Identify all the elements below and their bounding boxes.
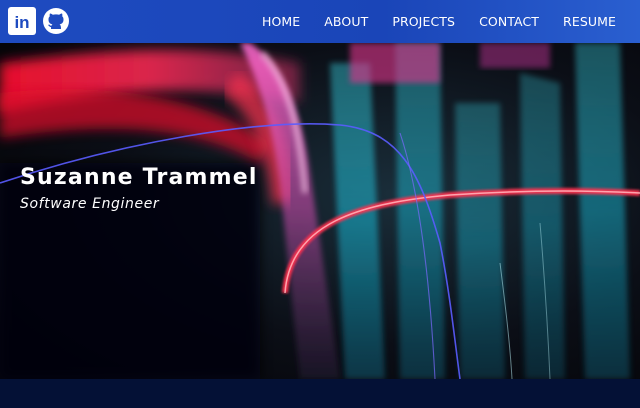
- github-link[interactable]: [42, 7, 70, 35]
- nav-home[interactable]: HOME: [262, 14, 300, 29]
- linkedin-icon: in: [8, 7, 36, 35]
- social-links: in: [8, 7, 70, 35]
- hero-role: Software Engineer: [20, 196, 160, 212]
- github-icon: [43, 8, 69, 34]
- section-strip: [0, 379, 640, 408]
- main-nav: HOME ABOUT PROJECTS CONTACT RESUME: [262, 0, 640, 43]
- hero-banner: Suzanne Trammel Software Engineer: [0, 43, 640, 379]
- svg-text:in: in: [14, 13, 29, 32]
- nav-resume[interactable]: RESUME: [563, 14, 616, 29]
- hero-name: Suzanne Trammel: [20, 165, 258, 190]
- hero-text: Suzanne Trammel Software Engineer: [20, 165, 258, 212]
- nav-about[interactable]: ABOUT: [324, 14, 368, 29]
- nav-contact[interactable]: CONTACT: [479, 14, 539, 29]
- linkedin-link[interactable]: in: [8, 7, 36, 35]
- nav-projects[interactable]: PROJECTS: [392, 14, 455, 29]
- top-navbar: in HOME ABOUT PROJECTS CONTACT RESUME: [0, 0, 640, 43]
